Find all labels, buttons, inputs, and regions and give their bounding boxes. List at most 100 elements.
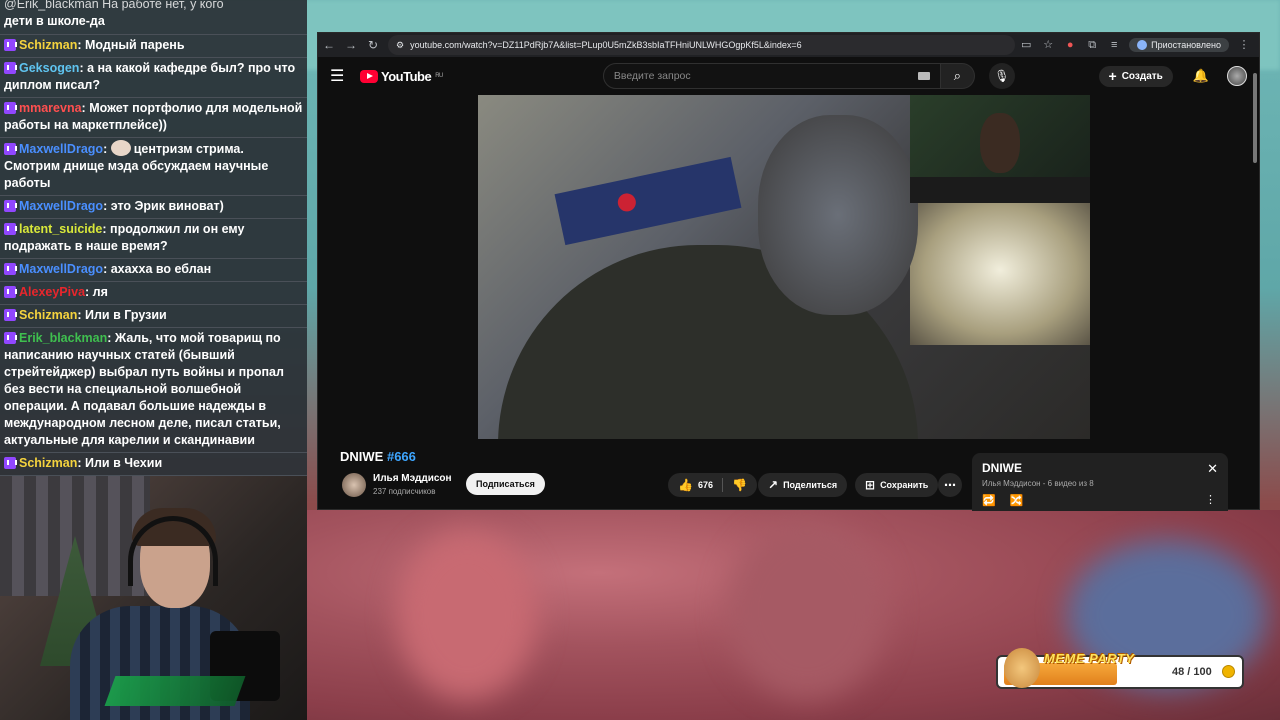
bookmark-star-icon[interactable]: ☆ [1041, 38, 1055, 52]
reading-list-icon[interactable]: ≡ [1107, 38, 1121, 52]
search-icon: ⌕ [953, 68, 961, 83]
url-text: youtube.com/watch?v=DZ11PdRjb7A&list=PLu… [410, 40, 802, 50]
more-vertical-icon[interactable]: ⋮ [1205, 493, 1216, 506]
chat-message: Geksogen: а на какой кафедре был? про чт… [0, 57, 307, 97]
shuffle-icon[interactable]: 🔀 [1010, 494, 1024, 507]
subscriber-badge-icon [4, 309, 17, 321]
channel-subscribers: 237 подписчиков [373, 487, 436, 496]
share-button[interactable]: ↗ Поделиться [758, 473, 848, 497]
chat-separator: : [103, 142, 111, 156]
account-avatar[interactable] [1227, 66, 1247, 86]
meme-party-count: 48 / 100 [1172, 666, 1212, 678]
like-button[interactable]: 👍 676 👎 [668, 473, 757, 497]
video-player[interactable] [478, 95, 1090, 439]
chat-separator: : [79, 61, 88, 75]
chat-text: Жаль, что мой товарищ по написанию научн… [4, 331, 284, 447]
share-icon: ↗ [768, 478, 779, 492]
chat-message: latent_suicide: продолжил ли он ему подр… [0, 218, 307, 258]
share-label: Поделиться [783, 480, 838, 490]
chat-message: Schizman: Модный парень [0, 34, 307, 57]
thumbs-down-icon[interactable]: 👎 [732, 478, 747, 492]
back-icon[interactable]: ← [318, 38, 340, 52]
voice-search-button[interactable]: 🎙 [988, 63, 1015, 89]
screen-cast-icon[interactable]: ▭ [1019, 38, 1033, 52]
subscriber-badge-icon [4, 200, 17, 212]
meme-party-title: MEME PARTY [1044, 651, 1135, 666]
video-title: DNIWE #666 [340, 449, 416, 464]
create-button[interactable]: + Создать [1098, 65, 1173, 87]
chat-username[interactable]: MaxwellDrago [19, 142, 103, 156]
chat-username[interactable]: mmarevna [19, 101, 82, 115]
keyboard-icon[interactable] [917, 72, 930, 80]
chat-message: AlexeyPiva: ля [0, 281, 307, 304]
chat-separator: : [77, 38, 85, 52]
chat-top-message: @Erik_blackman На работе нет, у кого дет… [0, 0, 307, 34]
keyboard-icon [104, 676, 246, 706]
chat-message-list: Schizman: Модный парень Geksogen: а на ка… [0, 34, 307, 476]
subscriber-badge-icon [4, 143, 17, 155]
extensions-icon[interactable]: ⧉ [1085, 38, 1099, 52]
plus-icon: + [1108, 68, 1117, 84]
site-info-icon[interactable]: ⚙ [396, 40, 404, 51]
chat-message: Schizman: Или в Грузии [0, 304, 307, 327]
thumbs-up-icon: 👍 [678, 478, 693, 492]
chat-text: дети в школе-да [4, 14, 105, 28]
extension-badge-icon[interactable]: ● [1063, 38, 1077, 52]
profile-status: Приостановлено [1151, 40, 1221, 50]
more-actions-button[interactable]: ⋯ [938, 473, 962, 497]
chat-username[interactable]: Geksogen [19, 61, 79, 75]
notifications-bell-icon[interactable]: 🔔 [1193, 68, 1209, 84]
chat-text: Или в Чехии [85, 456, 163, 470]
chat-message: MaxwellDrago: центризм стрима. Смотрим д… [0, 137, 307, 195]
subscriber-badge-icon [4, 332, 17, 344]
chat-text: Модный парень [85, 38, 185, 52]
playlist-title[interactable]: DNIWE [982, 461, 1218, 475]
forward-icon[interactable]: → [340, 38, 362, 52]
search-button[interactable]: ⌕ [940, 63, 975, 89]
channel-name[interactable]: Илья Мэддисон [373, 473, 452, 484]
subscriber-badge-icon [4, 223, 17, 235]
playlist-meta: Илья Мэддисон - 6 видео из 8 [982, 479, 1094, 488]
chat-username[interactable]: Schizman [19, 308, 77, 322]
chat-username[interactable]: Erik_blackman [19, 331, 107, 345]
background-blob [727, 520, 887, 700]
channel-avatar[interactable] [342, 473, 366, 497]
chat-username[interactable]: AlexeyPiva [19, 285, 85, 299]
chat-username[interactable]: MaxwellDrago [19, 199, 103, 213]
search-input[interactable]: Введите запрос [602, 63, 941, 89]
create-label: Создать [1121, 70, 1163, 82]
logo-text: YouTube [381, 68, 432, 84]
page-scrollbar[interactable] [1253, 73, 1257, 163]
subscriber-badge-icon [4, 457, 17, 469]
chat-message: MaxwellDrago: ахахха во еблан [0, 258, 307, 281]
stream-chat: @Erik_blackman На работе нет, у кого дет… [0, 0, 307, 476]
reload-icon[interactable]: ↻ [362, 38, 384, 52]
video-info: DNIWE #666 Илья Мэддисон 237 подписчиков… [318, 439, 1261, 511]
profile-button[interactable]: Приостановлено [1129, 38, 1229, 52]
chat-username[interactable]: MaxwellDrago [19, 262, 103, 276]
save-button[interactable]: ⊞ Сохранить [855, 473, 939, 497]
chat-username[interactable]: Schizman [19, 38, 77, 52]
address-bar[interactable]: ⚙ youtube.com/watch?v=DZ11PdRjb7A&list=P… [388, 35, 1016, 55]
youtube-header: ☰ YouTube RU Введите запрос ⌕ 🎙 + Создать … [318, 57, 1259, 95]
video-hashtag[interactable]: #666 [387, 449, 416, 464]
youtube-logo[interactable]: YouTube RU [360, 69, 443, 84]
inset-person [980, 113, 1020, 173]
subscribe-button[interactable]: Подписаться [466, 473, 545, 495]
video-sign-logo [616, 191, 638, 214]
chat-text: @Erik_blackman На работе нет, у кого [4, 0, 224, 11]
coin-icon [1222, 665, 1235, 678]
chat-username[interactable]: latent_suicide [19, 222, 102, 236]
subscriber-badge-icon [4, 286, 17, 298]
close-icon[interactable]: ✕ [1207, 461, 1218, 477]
chat-username[interactable]: Schizman [19, 456, 77, 470]
microphone-icon: 🎙 [994, 69, 1010, 83]
chat-separator: : [103, 262, 111, 276]
menu-icon[interactable]: ☰ [330, 66, 354, 86]
browser-menu-icon[interactable]: ⋮ [1237, 38, 1251, 52]
profile-avatar [1137, 40, 1148, 50]
chat-message: MaxwellDrago: это Эрик виноват) [0, 195, 307, 218]
save-label: Сохранить [880, 480, 929, 490]
more-icon: ⋯ [944, 478, 956, 492]
loop-icon[interactable]: 🔁 [982, 494, 996, 507]
